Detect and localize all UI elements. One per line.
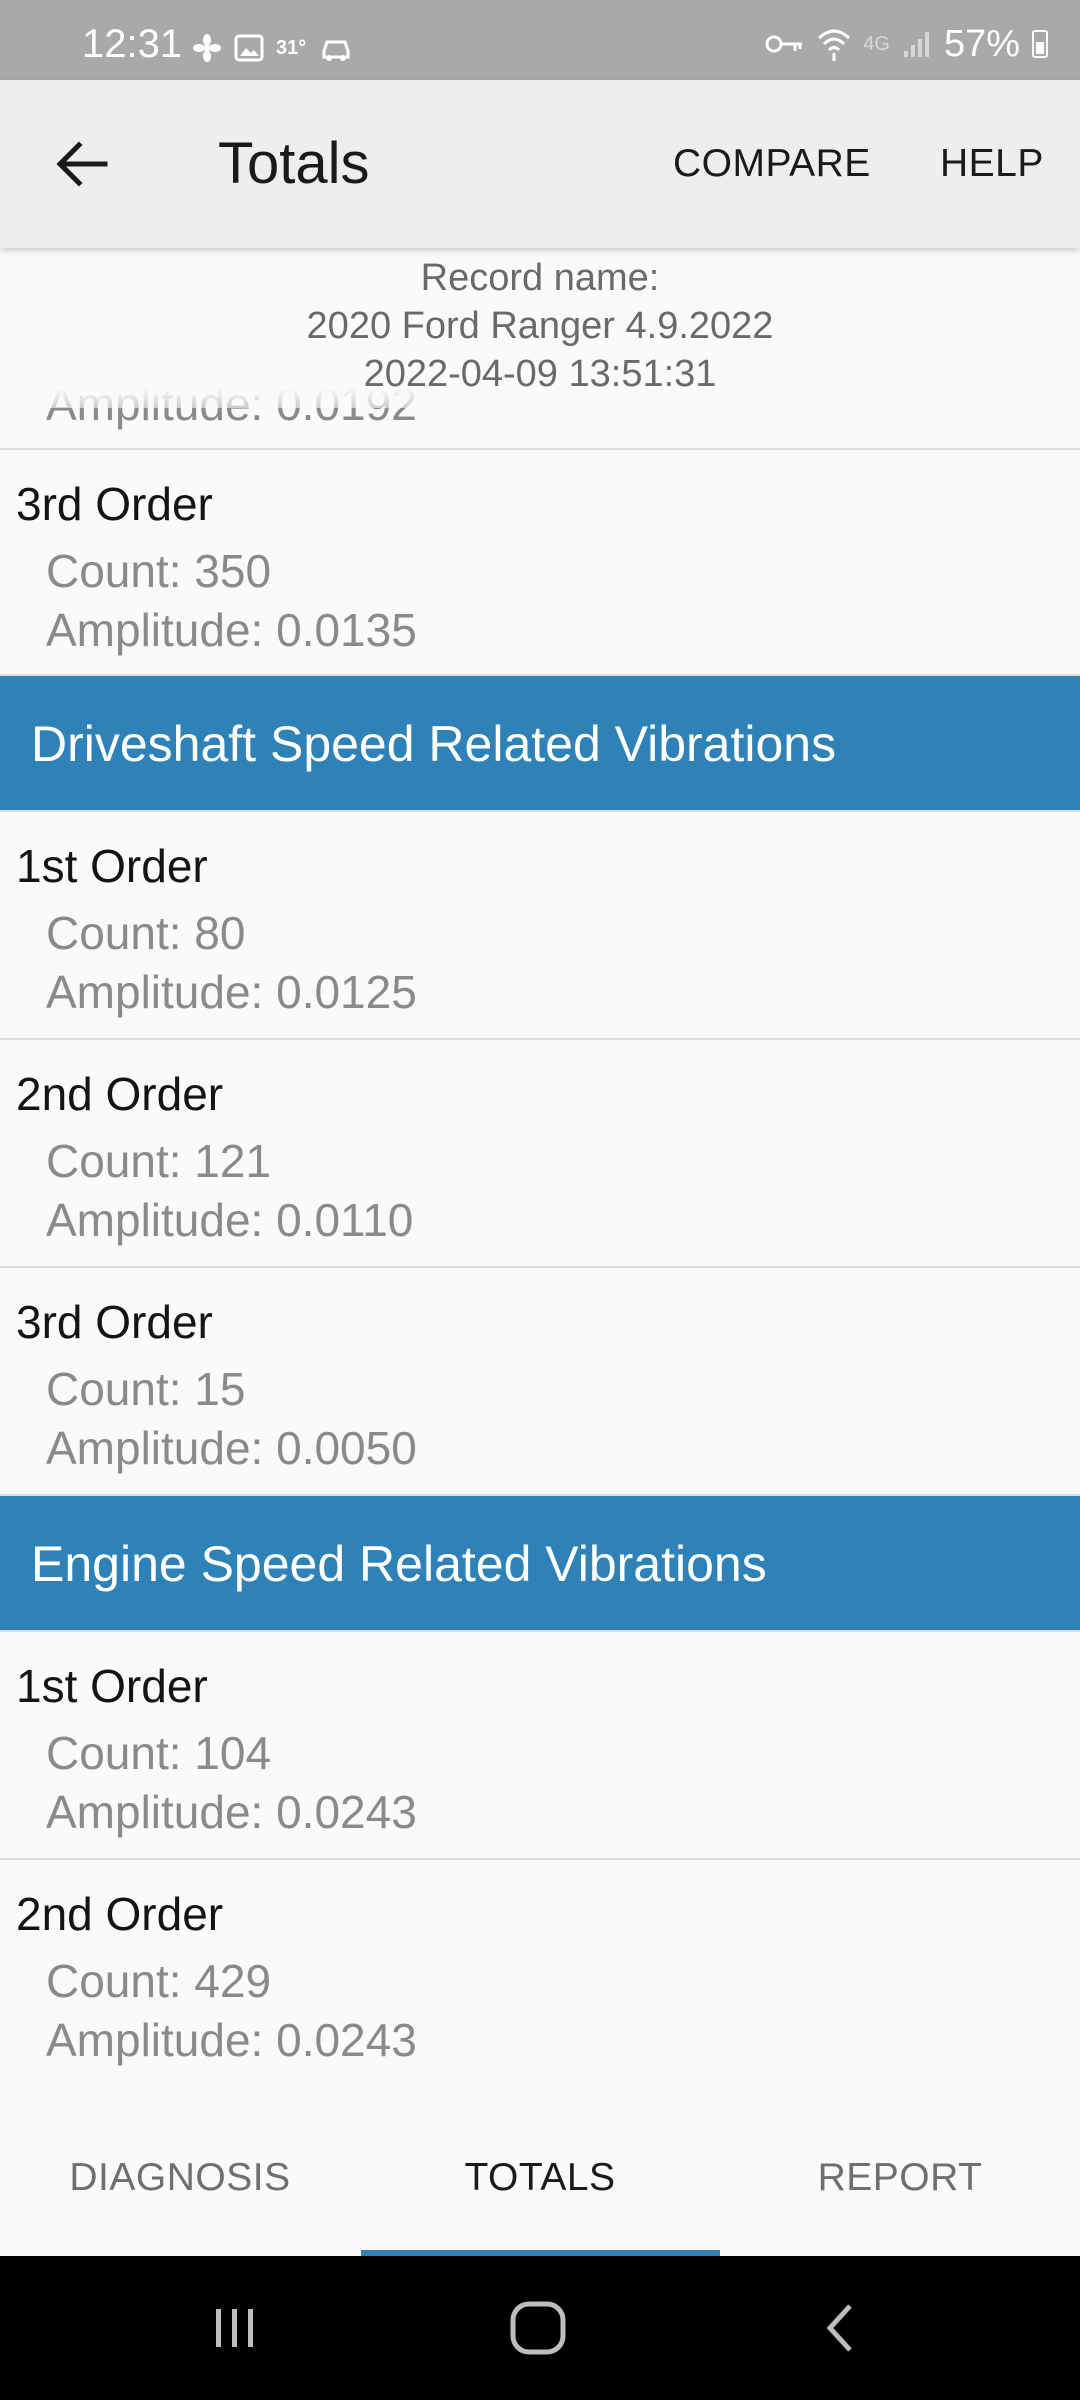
wifi-icon [818, 29, 851, 61]
fan-icon [193, 34, 221, 62]
order-count: Count: 80 [46, 907, 246, 959]
nav-back-button[interactable] [800, 2296, 880, 2360]
list-item: 3rd Order Count: 350 Amplitude: 0.0135 [0, 448, 1080, 674]
page-title: Totals [218, 131, 370, 196]
order-amplitude: Amplitude: 0.0243 [46, 1786, 417, 1838]
key-icon [765, 35, 803, 53]
list-item: 1st Order Count: 104 Amplitude: 0.0243 [0, 1630, 1080, 1856]
battery-percentage: 57% [943, 22, 1020, 65]
record-name-label: Record name: [420, 257, 660, 299]
order-count: Count: 429 [46, 1955, 272, 2007]
status-system-icons: 4G 57% [765, 22, 1048, 65]
order-count: Count: 350 [46, 545, 272, 597]
app-toolbar: Totals COMPARE HELP [0, 80, 1080, 248]
recent-apps-button[interactable] [195, 2296, 275, 2360]
order-amplitude: Amplitude: 0.0243 [46, 2014, 417, 2066]
order-title: 2nd Order [16, 1888, 224, 1940]
compare-button[interactable]: COMPARE [673, 140, 871, 188]
record-info: Record name: 2020 Ford Ranger 4.9.2022 2… [0, 248, 1080, 408]
totals-list[interactable]: Record name: 2020 Ford Ranger 4.9.2022 2… [0, 248, 1080, 2100]
battery-icon [1032, 30, 1048, 58]
order-amplitude: Amplitude: 0.0125 [46, 966, 417, 1018]
order-title: 3rd Order [16, 1296, 213, 1348]
arrow-left-icon [56, 141, 108, 187]
home-button[interactable] [498, 2296, 578, 2360]
list-item: 2nd Order Count: 429 Amplitude: 0.0243 [0, 1858, 1080, 2084]
tab-totals[interactable]: TOTALS [360, 2100, 720, 2256]
bottom-tab-bar: DIAGNOSIS TOTALS REPORT [0, 2100, 1080, 2256]
tab-diagnosis[interactable]: DIAGNOSIS [0, 2100, 360, 2256]
order-title: 1st Order [16, 840, 208, 892]
list-item: 3rd Order Count: 15 Amplitude: 0.0050 [0, 1266, 1080, 1492]
car-icon [322, 40, 350, 61]
network-type: 4G [863, 32, 890, 55]
order-count: Count: 15 [46, 1363, 246, 1415]
order-title: 1st Order [16, 1660, 208, 1712]
tab-report[interactable]: REPORT [720, 2100, 1080, 2256]
image-icon [234, 34, 264, 62]
signal-icon [903, 32, 929, 57]
order-count: Count: 104 [46, 1727, 272, 1779]
order-amplitude: Amplitude: 0.0050 [46, 1422, 417, 1474]
order-amplitude: Amplitude: 0.0110 [46, 1194, 414, 1246]
temperature-text: 31° [276, 36, 307, 59]
home-icon [510, 2301, 566, 2355]
order-amplitude: Amplitude: 0.0135 [46, 604, 417, 656]
back-icon [826, 2304, 852, 2352]
order-title: 2nd Order [16, 1068, 224, 1120]
back-button[interactable] [42, 124, 122, 204]
order-title: 3rd Order [16, 478, 213, 530]
status-notification-icons: 31° [192, 30, 354, 66]
record-timestamp: 2022-04-09 13:51:31 [363, 353, 717, 395]
recent-apps-icon [216, 2309, 253, 2347]
list-item: 2nd Order Count: 121 Amplitude: 0.0110 [0, 1038, 1080, 1264]
list-item: 1st Order Count: 80 Amplitude: 0.0125 [0, 810, 1080, 1036]
status-time: 12:31 [82, 22, 183, 66]
status-bar: 12:31 31° 4G 57% [0, 0, 1080, 80]
help-button[interactable]: HELP [940, 140, 1044, 188]
record-name: 2020 Ford Ranger 4.9.2022 [306, 305, 774, 347]
order-count: Count: 121 [46, 1135, 272, 1187]
system-navigation-bar [0, 2256, 1080, 2400]
section-header-engine: Engine Speed Related Vibrations [0, 1494, 1080, 1630]
section-header-driveshaft: Driveshaft Speed Related Vibrations [0, 674, 1080, 810]
